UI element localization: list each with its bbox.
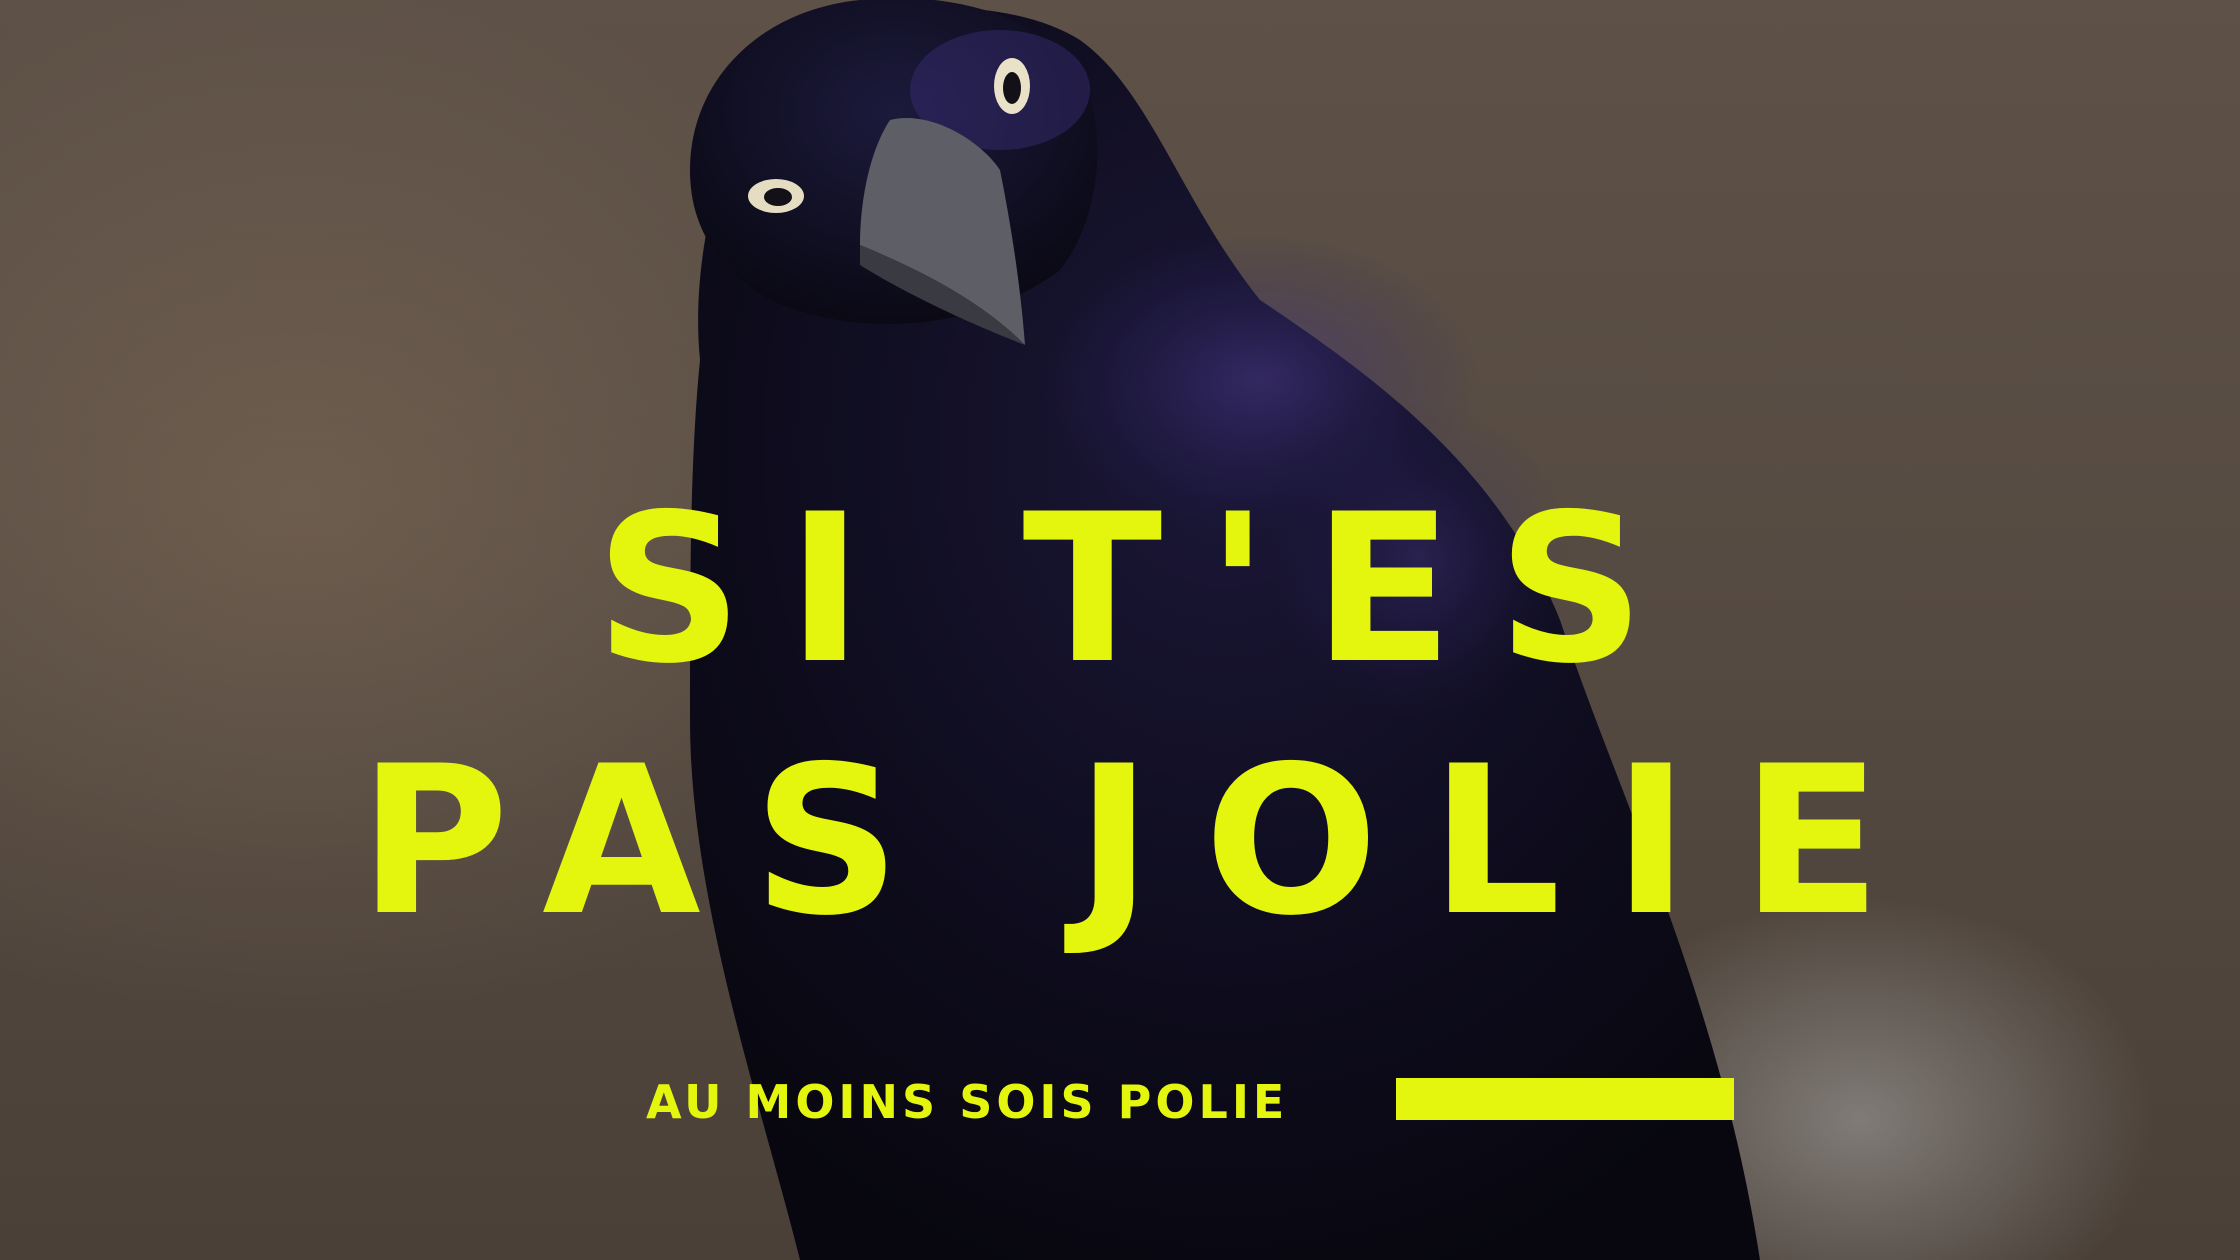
accent-bar (1396, 1078, 1734, 1120)
headline-line-1: SI T'ES (595, 471, 1689, 709)
poster: SI T'ES PAS JOLIE AU MOINS SOIS POLIE (0, 0, 2240, 1260)
headline-line-2: PAS JOLIE (358, 723, 1934, 961)
subtitle: AU MOINS SOIS POLIE (646, 1075, 1289, 1129)
